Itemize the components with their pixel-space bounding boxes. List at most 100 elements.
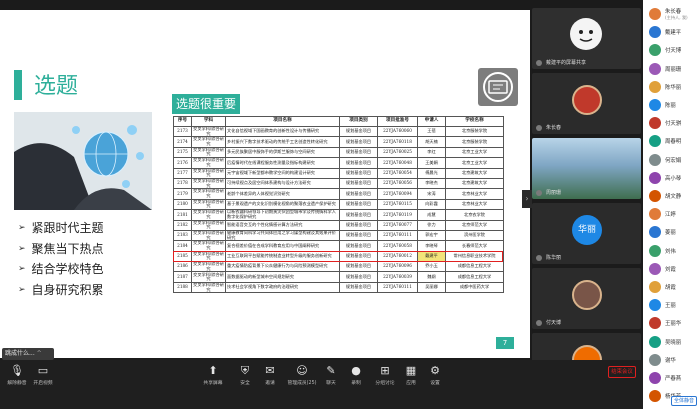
participant-item[interactable]: 周丽珊: [643, 59, 699, 79]
participant-list-name: 严春燕: [665, 374, 681, 382]
table-cell: 规划基金项目: [339, 177, 378, 190]
avatar: [649, 281, 661, 293]
slide-title: 选题: [34, 74, 79, 99]
participant-list-name: 周春明: [665, 137, 681, 145]
apps-icon: ▦: [405, 364, 417, 377]
table-cell: 交叉学科/综合研究: [191, 261, 226, 273]
toolbar-button[interactable]: ⬆ 共享屏幕: [200, 364, 226, 390]
table-row: 2173 交叉学科/综合研究 文化自信视域下国画教育的创新性设计与传播研究 规划基金项…: [173, 125, 504, 138]
page-number: 7: [496, 337, 514, 349]
participant-item[interactable]: 何宏娟: [643, 150, 699, 170]
participant-item[interactable]: 严春燕: [643, 368, 699, 388]
participant-name-text: 吴晓丽: [665, 339, 682, 346]
table-cell: 滨州医学院: [445, 229, 504, 242]
video-tile[interactable]: 朱长春: [532, 73, 641, 134]
mute-all-button[interactable]: 全体静音: [671, 396, 697, 406]
participant-name-text: 江婷: [665, 212, 676, 219]
table-cell: 北京建筑大学: [445, 167, 504, 179]
table-cell: 北京服装学院: [445, 136, 504, 148]
table-cell: 多元民族聚居中服饰手的伊斯兰服饰与空间研究: [225, 146, 340, 159]
bullet-item: ➢ 聚焦当下热点: [18, 239, 104, 260]
toolbar-button[interactable]: ✎ 聊天: [318, 364, 344, 390]
table-cell: 北京师范大学: [445, 219, 504, 231]
table-row: 2174 交叉学科/综合研究 乡村振兴下数字技术驱动的传统手工艺创造性转化研究 规划基…: [173, 136, 504, 148]
table-cell: 22YJA760111: [377, 229, 418, 242]
participant-item[interactable]: 江婷: [643, 204, 699, 224]
table-cell: 交叉学科/综合研究: [191, 167, 226, 179]
toolbar-button[interactable]: 🎙 解除静音: [4, 364, 30, 390]
toolbar-label: 邀请: [265, 381, 275, 386]
table-cell: 长春师范大学: [445, 240, 504, 252]
video-tile[interactable]: 付天博: [532, 268, 641, 329]
table-cell: 李晓琴: [417, 240, 446, 252]
mic-muted-icon: [536, 320, 542, 326]
participant-item[interactable]: 谢华: [643, 350, 699, 370]
toolbar-button[interactable]: ▭ 开启视频: [30, 364, 56, 390]
slide-logo-icon: [478, 68, 518, 106]
table-cell: 22YJA760025: [377, 146, 418, 159]
toolbar-button[interactable]: ⊞ 分组讨论: [372, 364, 398, 390]
table-cell: 成都信息工程大学: [445, 271, 504, 283]
table-cell: 2176: [173, 157, 192, 169]
participant-item[interactable]: 姜丽: [643, 222, 699, 242]
video-tile[interactable]: 周丽珊: [532, 138, 641, 199]
table-cell: 交叉学科/综合研究: [191, 271, 226, 283]
participant-list-name: 吴晓丽: [665, 338, 681, 346]
shared-screen: 选题 ➢ 紧跟时代主题 ➢ 聚焦当下热点 ➢ 结合学校特色 ➢ 自身研究积累 选…: [0, 10, 530, 358]
participant-item[interactable]: 刘霞: [643, 259, 699, 279]
toolbar-button[interactable]: ⛨ 安全: [232, 364, 258, 390]
table-cell: 2185: [173, 250, 192, 263]
table-cell: 2186: [173, 261, 192, 273]
table-cell: 2173: [173, 125, 192, 138]
table-row: 2184 交叉学科/综合研究 复合视差价值在合成学科教育应用与中国阐释研究 规划基金项…: [173, 240, 504, 252]
video-tile[interactable]: 华丽 陈华丽: [532, 203, 641, 264]
table-cell: 2188: [173, 281, 192, 294]
toolbar-label: 共享屏幕: [203, 381, 223, 386]
chat-toast[interactable]: 跳成什么... ^: [2, 348, 54, 360]
participant-item[interactable]: 戴建平: [643, 22, 699, 42]
table-cell: 北京建筑大学: [445, 177, 504, 190]
participant-item[interactable]: 王丽华: [643, 313, 699, 333]
avatar: [570, 18, 602, 50]
participant-item[interactable]: 付天骐: [643, 113, 699, 133]
avatar: [649, 244, 661, 257]
participant-item[interactable]: 高小琴: [643, 168, 699, 188]
participant-item[interactable]: 陈丽: [643, 95, 699, 115]
toolbar-button[interactable]: ☺ 管理成员(25): [285, 364, 319, 390]
table-cell: 规划基金项目: [339, 146, 378, 159]
participant-item[interactable]: 周春明: [643, 131, 699, 151]
toolbar-button[interactable]: ▦ 应用: [398, 364, 424, 390]
end-meeting-button[interactable]: 结束会议: [608, 366, 636, 378]
avatar: [649, 44, 661, 57]
participant-item[interactable]: 付天博: [643, 40, 699, 60]
toolbar-button[interactable]: ✉ 邀请: [257, 364, 283, 390]
table-cell: 技术社会学视角下数字政府的治理研究: [225, 281, 340, 294]
video-tile[interactable]: 戴建平的屏幕共享: [532, 8, 641, 69]
table-cell: 北京农学院: [445, 209, 504, 221]
participant-item[interactable]: 胡霞: [643, 277, 699, 297]
table-cell: 北京服装学院: [445, 125, 504, 138]
participant-item[interactable]: 王丽: [643, 295, 699, 315]
table-cell: 22YJA760012: [377, 250, 418, 263]
toolbar-label: 应用: [406, 381, 416, 386]
participant-name: 付天博: [546, 320, 562, 326]
collapse-panel-button[interactable]: ›: [522, 190, 532, 208]
avatar: [649, 8, 661, 20]
table-cell: 规划基金项目: [339, 125, 378, 138]
participant-item[interactable]: 刘伟: [643, 241, 699, 261]
table-cell: 交叉学科/综合研究: [191, 136, 226, 148]
mic-muted-icon: [536, 255, 542, 261]
table-cell: 吴丽娜: [417, 281, 446, 294]
participant-list-name: 陈华丽: [665, 83, 681, 91]
table-cell: 22YJA760111: [377, 281, 418, 294]
participant-item[interactable]: 朱长春 (主持人, 我): [643, 4, 699, 24]
participant-item[interactable]: 吴晓丽: [643, 332, 699, 352]
participant-name-text: 王丽: [665, 303, 676, 310]
toolbar-button[interactable]: ⚙ 设置: [422, 364, 448, 390]
table-cell: 智能语音交互的个性化情感计算方法研究: [225, 219, 340, 231]
table-row: 2179 交叉学科/综合研究 老龄个体差异的人体视觉识别研究 规划基金项目 22YJA7…: [173, 188, 504, 200]
column-header: 项目批准号: [377, 116, 418, 127]
toolbar-button[interactable]: ● 录制: [343, 364, 369, 390]
participant-item[interactable]: 胡文静: [643, 186, 699, 206]
participant-item[interactable]: 陈华丽: [643, 77, 699, 97]
